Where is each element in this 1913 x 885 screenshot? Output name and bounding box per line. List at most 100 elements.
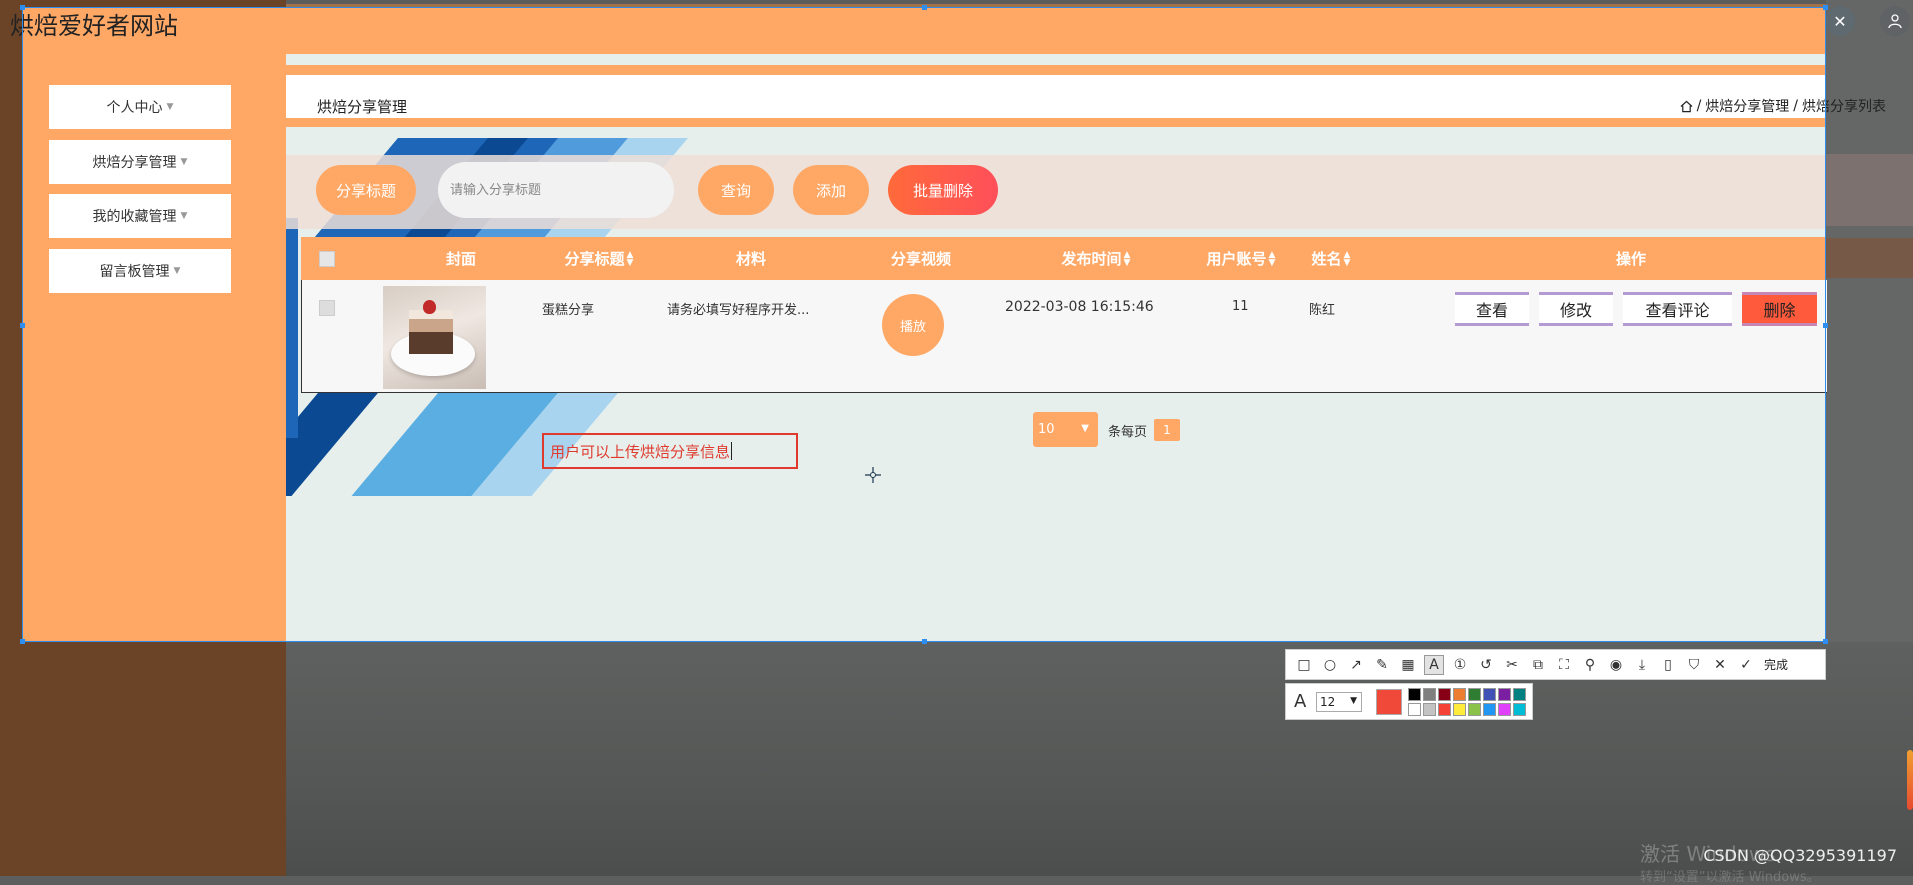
add-button[interactable]: 添加	[793, 165, 869, 215]
sort-icon[interactable]: ▲ ▼	[1124, 250, 1131, 267]
sidebar-item-label: 我的收藏管理	[92, 209, 177, 225]
top-navbar	[22, 7, 1826, 54]
column-header-publish-time[interactable]: 发布时间 ▲ ▼	[996, 237, 1196, 280]
close-icon[interactable]: ✕	[1710, 655, 1730, 675]
search-input[interactable]	[438, 162, 674, 218]
snip-toolbar: □ ○ ↗ ✎ ▦ A ① ↺ ✂ ⧉ ⛶ ⚲ ◉ ⤓ ▯ ⛉ ✕ ✓ 完成	[1285, 649, 1826, 680]
column-header-material: 材料	[735, 250, 766, 268]
page-size-value: 10	[1038, 422, 1055, 437]
play-video-button[interactable]: 播放	[882, 294, 944, 356]
color-swatch[interactable]	[1513, 703, 1526, 716]
cell-publish-time: 2022-03-08 16:15:46	[1005, 299, 1154, 315]
caret-down-icon: ▼	[166, 102, 174, 112]
chevron-down-icon: ▼	[1350, 696, 1357, 706]
view-button[interactable]: 查看	[1455, 292, 1529, 326]
select-all-checkbox[interactable]	[319, 251, 335, 267]
query-button[interactable]: 查询	[698, 165, 774, 215]
color-swatch[interactable]	[1423, 703, 1436, 716]
ocr-icon[interactable]: ⧉	[1528, 655, 1548, 675]
rectangle-icon[interactable]: □	[1294, 655, 1314, 675]
column-header-cover: 封面	[445, 250, 476, 268]
crosshair-cursor-icon	[865, 467, 881, 483]
edit-button[interactable]: 修改	[1539, 292, 1613, 326]
color-swatch[interactable]	[1438, 688, 1451, 701]
breadcrumb-sep: /	[1696, 98, 1702, 114]
breadcrumb-item: 烘焙分享列表	[1802, 99, 1886, 115]
annotation-textbox[interactable]: 用户可以上传烘焙分享信息	[542, 433, 798, 469]
sidebar-item-label: 烘焙分享管理	[92, 155, 177, 171]
column-header-title[interactable]: 分享标题 ▲ ▼	[519, 237, 679, 280]
color-swatch[interactable]	[1468, 688, 1481, 701]
sort-icon[interactable]: ▲ ▼	[1344, 250, 1351, 267]
sidebar-item-personal-center[interactable]: 个人中心 ▼	[49, 85, 231, 129]
check-icon[interactable]: ✓	[1736, 655, 1756, 675]
home-icon[interactable]	[1680, 100, 1693, 113]
color-swatch[interactable]	[1408, 703, 1421, 716]
sidebar-item-message-board[interactable]: 留言板管理 ▼	[49, 249, 231, 293]
color-swatch[interactable]	[1453, 703, 1466, 716]
column-header-name[interactable]: 姓名 ▲ ▼	[1291, 237, 1371, 280]
font-icon: A	[1294, 691, 1307, 712]
caret-down-icon: ▼	[180, 157, 188, 167]
sidebar-item-label: 个人中心	[106, 100, 163, 116]
caret-down-icon: ▼	[173, 266, 181, 276]
color-swatch[interactable]	[1408, 688, 1421, 701]
sort-icon[interactable]: ▲ ▼	[627, 250, 634, 267]
arrow-icon[interactable]: ↗	[1346, 655, 1366, 675]
sidebar-item-share-management[interactable]: 烘焙分享管理 ▼	[49, 140, 231, 184]
breadcrumb-item[interactable]: 烘焙分享管理	[1705, 96, 1789, 116]
color-swatch[interactable]	[1483, 703, 1496, 716]
pin-icon[interactable]: ⚲	[1580, 655, 1600, 675]
phone-icon[interactable]: ▯	[1658, 655, 1678, 675]
color-swatch[interactable]	[1483, 688, 1496, 701]
caret-down-icon: ▼	[180, 211, 188, 221]
delete-button[interactable]: 删除	[1742, 292, 1817, 326]
sidebar-item-favorites-management[interactable]: 我的收藏管理 ▼	[49, 194, 231, 238]
bookmark-icon[interactable]: ⛉	[1684, 655, 1704, 675]
ellipse-icon[interactable]: ○	[1320, 655, 1340, 675]
color-swatch[interactable]	[1498, 703, 1511, 716]
app-title: 烘焙爱好者网站	[10, 12, 178, 40]
dim-strip	[1826, 154, 1913, 226]
row-checkbox[interactable]	[319, 300, 335, 316]
page-number-current[interactable]: 1	[1154, 419, 1180, 441]
number-icon[interactable]: ①	[1450, 655, 1470, 675]
record-icon[interactable]: ◉	[1606, 655, 1626, 675]
table-header: 封面 分享标题 ▲ ▼ 材料 分享视频 发布时间 ▲ ▼ 用户账号 ▲ ▼ 姓名 ▲ ▼ 操作	[301, 237, 1826, 280]
annotation-text: 用户可以上传烘焙分享信息	[550, 442, 731, 461]
view-comments-button[interactable]: 查看评论	[1623, 292, 1732, 326]
color-swatch[interactable]	[1423, 688, 1436, 701]
text-tool-icon[interactable]: A	[1424, 654, 1444, 675]
column-header-account[interactable]: 用户账号 ▲ ▼	[1181, 237, 1301, 280]
column-header-actions: 操作	[1615, 250, 1646, 268]
pencil-icon[interactable]: ✎	[1372, 655, 1392, 675]
download-icon[interactable]: ⤓	[1632, 655, 1652, 675]
color-swatch[interactable]	[1453, 688, 1466, 701]
page-size-select[interactable]: 10 ▼	[1033, 412, 1098, 447]
batch-delete-button[interactable]: 批量删除	[888, 165, 998, 215]
color-swatch[interactable]	[1438, 703, 1451, 716]
content-header-bar	[286, 118, 1826, 127]
current-color-swatch[interactable]	[1376, 689, 1402, 715]
cell-material: 请务必填写好程序开发...	[667, 303, 810, 318]
color-swatch[interactable]	[1498, 688, 1511, 701]
close-icon[interactable]: ✕	[1825, 6, 1855, 36]
undo-icon[interactable]: ↺	[1476, 655, 1496, 675]
user-icon[interactable]	[1880, 6, 1910, 36]
breadcrumb: / 烘焙分享管理 / 烘焙分享列表	[1680, 96, 1886, 116]
sort-icon[interactable]: ▲ ▼	[1269, 250, 1276, 267]
side-scroll-indicator	[1907, 750, 1913, 810]
scan-icon[interactable]: ⛶	[1554, 655, 1574, 675]
done-button[interactable]: 完成	[1764, 656, 1788, 673]
cell-account: 11	[1232, 299, 1249, 314]
column-header-video: 分享视频	[890, 250, 951, 268]
navbar-strip	[22, 65, 1826, 75]
chevron-down-icon: ▼	[1081, 423, 1089, 434]
cover-image[interactable]	[383, 286, 486, 389]
mosaic-icon[interactable]: ▦	[1398, 655, 1418, 675]
scissors-icon[interactable]: ✂	[1502, 655, 1522, 675]
text-cursor	[731, 442, 733, 460]
color-swatch[interactable]	[1513, 688, 1526, 701]
color-swatch[interactable]	[1468, 703, 1481, 716]
font-size-select[interactable]: 12 ▼	[1316, 692, 1362, 712]
